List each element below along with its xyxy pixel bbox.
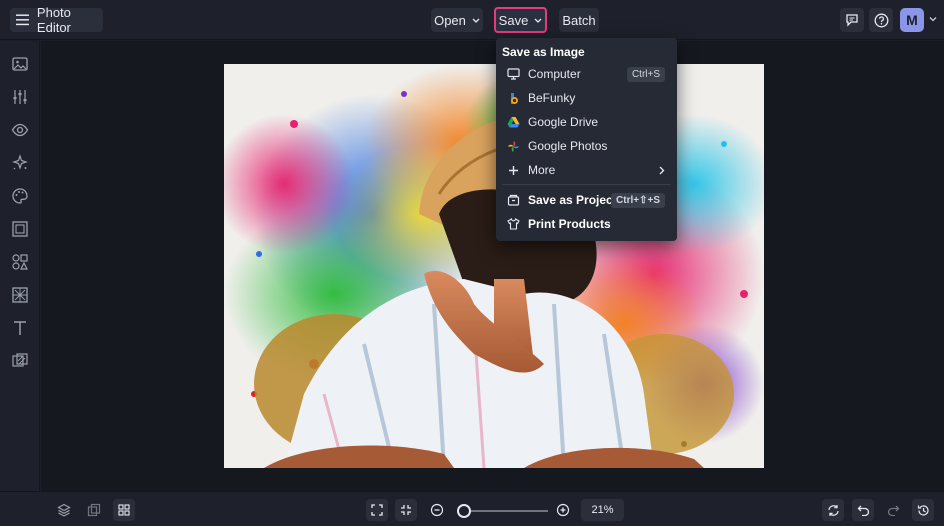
zoom-in-button[interactable]	[552, 499, 574, 521]
palette-icon[interactable]	[11, 187, 29, 205]
fit-to-screen-button[interactable]	[366, 499, 388, 521]
open-button[interactable]: Open	[431, 8, 483, 32]
tshirt-icon	[507, 218, 520, 230]
batch-button[interactable]: Batch	[559, 8, 599, 32]
redo-button[interactable]	[882, 499, 904, 521]
expand-icon	[371, 504, 383, 516]
google-drive-icon	[507, 117, 520, 128]
refresh-icon	[827, 504, 839, 516]
text-icon[interactable]	[11, 319, 29, 337]
monitor-icon	[507, 68, 520, 80]
befunky-icon	[510, 92, 518, 104]
edited-photo[interactable]	[224, 64, 764, 468]
layers-icon	[57, 503, 71, 517]
app-menu-button[interactable]: Photo Editor	[10, 5, 103, 35]
redo-icon	[887, 505, 899, 516]
save-to-computer-item[interactable]: Computer Ctrl+S	[496, 62, 677, 86]
print-products-item[interactable]: Print Products	[496, 212, 677, 236]
plus-icon	[509, 165, 518, 175]
save-as-project-shortcut: Ctrl+⇧+S	[611, 192, 665, 208]
avatar[interactable]: M	[900, 8, 924, 32]
batch-label: Batch	[562, 12, 596, 28]
grid-icon	[118, 504, 130, 516]
google-photos-label: Google Photos	[528, 139, 608, 153]
hamburger-icon	[16, 14, 29, 26]
compare-button[interactable]	[83, 499, 105, 521]
befunky-label: BeFunky	[528, 91, 576, 105]
photo-artwork	[224, 64, 764, 468]
image-icon[interactable]	[11, 55, 29, 73]
textures-icon[interactable]	[11, 352, 29, 370]
menu-divider	[502, 184, 671, 185]
save-as-image-header: Save as Image	[502, 45, 585, 59]
computer-shortcut: Ctrl+S	[626, 66, 665, 82]
zoom-slider[interactable]	[457, 504, 548, 518]
sparkle-icon[interactable]	[11, 154, 29, 172]
frame-icon[interactable]	[11, 220, 29, 238]
google-drive-label: Google Drive	[528, 115, 599, 129]
save-as-project-item[interactable]: Save as Project Ctrl+⇧+S	[496, 188, 677, 212]
undo-icon	[857, 505, 869, 516]
save-to-google-photos-item[interactable]: Google Photos	[496, 134, 677, 158]
zoom-in-icon	[556, 503, 570, 517]
undo-button[interactable]	[852, 499, 874, 521]
chevron-down-icon[interactable]	[927, 13, 939, 25]
feedback-button[interactable]	[840, 8, 864, 32]
save-button[interactable]: Save	[494, 7, 547, 33]
tool-sidebar	[0, 41, 40, 491]
save-dropdown-menu: Save as Image Computer Ctrl+S BeFunky Go…	[496, 38, 677, 241]
sync-button[interactable]	[822, 499, 844, 521]
google-photos-icon	[508, 140, 519, 152]
zoom-level-display[interactable]: 21%	[581, 499, 624, 521]
zoom-out-button[interactable]	[426, 499, 448, 521]
zoom-slider-handle[interactable]	[457, 504, 472, 518]
more-save-options-item[interactable]: More	[496, 158, 677, 182]
chevron-right-icon	[659, 166, 665, 174]
help-button[interactable]	[869, 8, 893, 32]
chevron-down-icon	[534, 18, 542, 23]
grid-view-button[interactable]	[113, 499, 135, 521]
help-icon	[874, 13, 888, 27]
adjust-sliders-icon[interactable]	[11, 88, 29, 106]
eye-icon[interactable]	[11, 121, 29, 139]
bottom-bar: 21%	[0, 491, 944, 526]
graphics-icon[interactable]	[11, 253, 29, 271]
chat-icon	[846, 14, 858, 27]
save-to-befunky-item[interactable]: BeFunky	[496, 86, 677, 110]
actual-size-button[interactable]	[395, 499, 417, 521]
zoom-out-icon	[430, 503, 444, 517]
more-label: More	[528, 163, 556, 177]
compare-icon	[87, 503, 101, 517]
layers-button[interactable]	[53, 499, 75, 521]
history-button[interactable]	[912, 499, 934, 521]
chevron-down-icon	[472, 18, 480, 23]
save-label: Save	[498, 12, 529, 28]
top-bar: Photo Editor Open Save Batch M	[0, 0, 944, 40]
collapse-icon	[401, 505, 411, 515]
open-label: Open	[434, 12, 466, 28]
print-products-label: Print Products	[528, 217, 611, 231]
project-box-icon	[507, 194, 520, 206]
save-to-google-drive-item[interactable]: Google Drive	[496, 110, 677, 134]
history-icon	[917, 504, 929, 516]
overlay-icon[interactable]	[11, 286, 29, 304]
app-title: Photo Editor	[36, 5, 71, 35]
